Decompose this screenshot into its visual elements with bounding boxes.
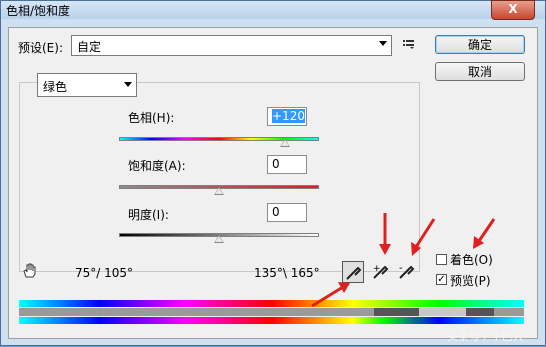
- arrow-colorize: [477, 218, 496, 242]
- annotation-arrows: [311, 213, 496, 308]
- watermark: 头条号 / 千巴人: [447, 330, 524, 343]
- hue-saturation-dialog: 色相/饱和度 X 预设(E): 自定 确定 取消 绿色 色相(H): +120 …: [0, 0, 546, 346]
- arrow-eyedropper: [311, 285, 344, 308]
- arrow-eyedropper-minus: [414, 218, 436, 248]
